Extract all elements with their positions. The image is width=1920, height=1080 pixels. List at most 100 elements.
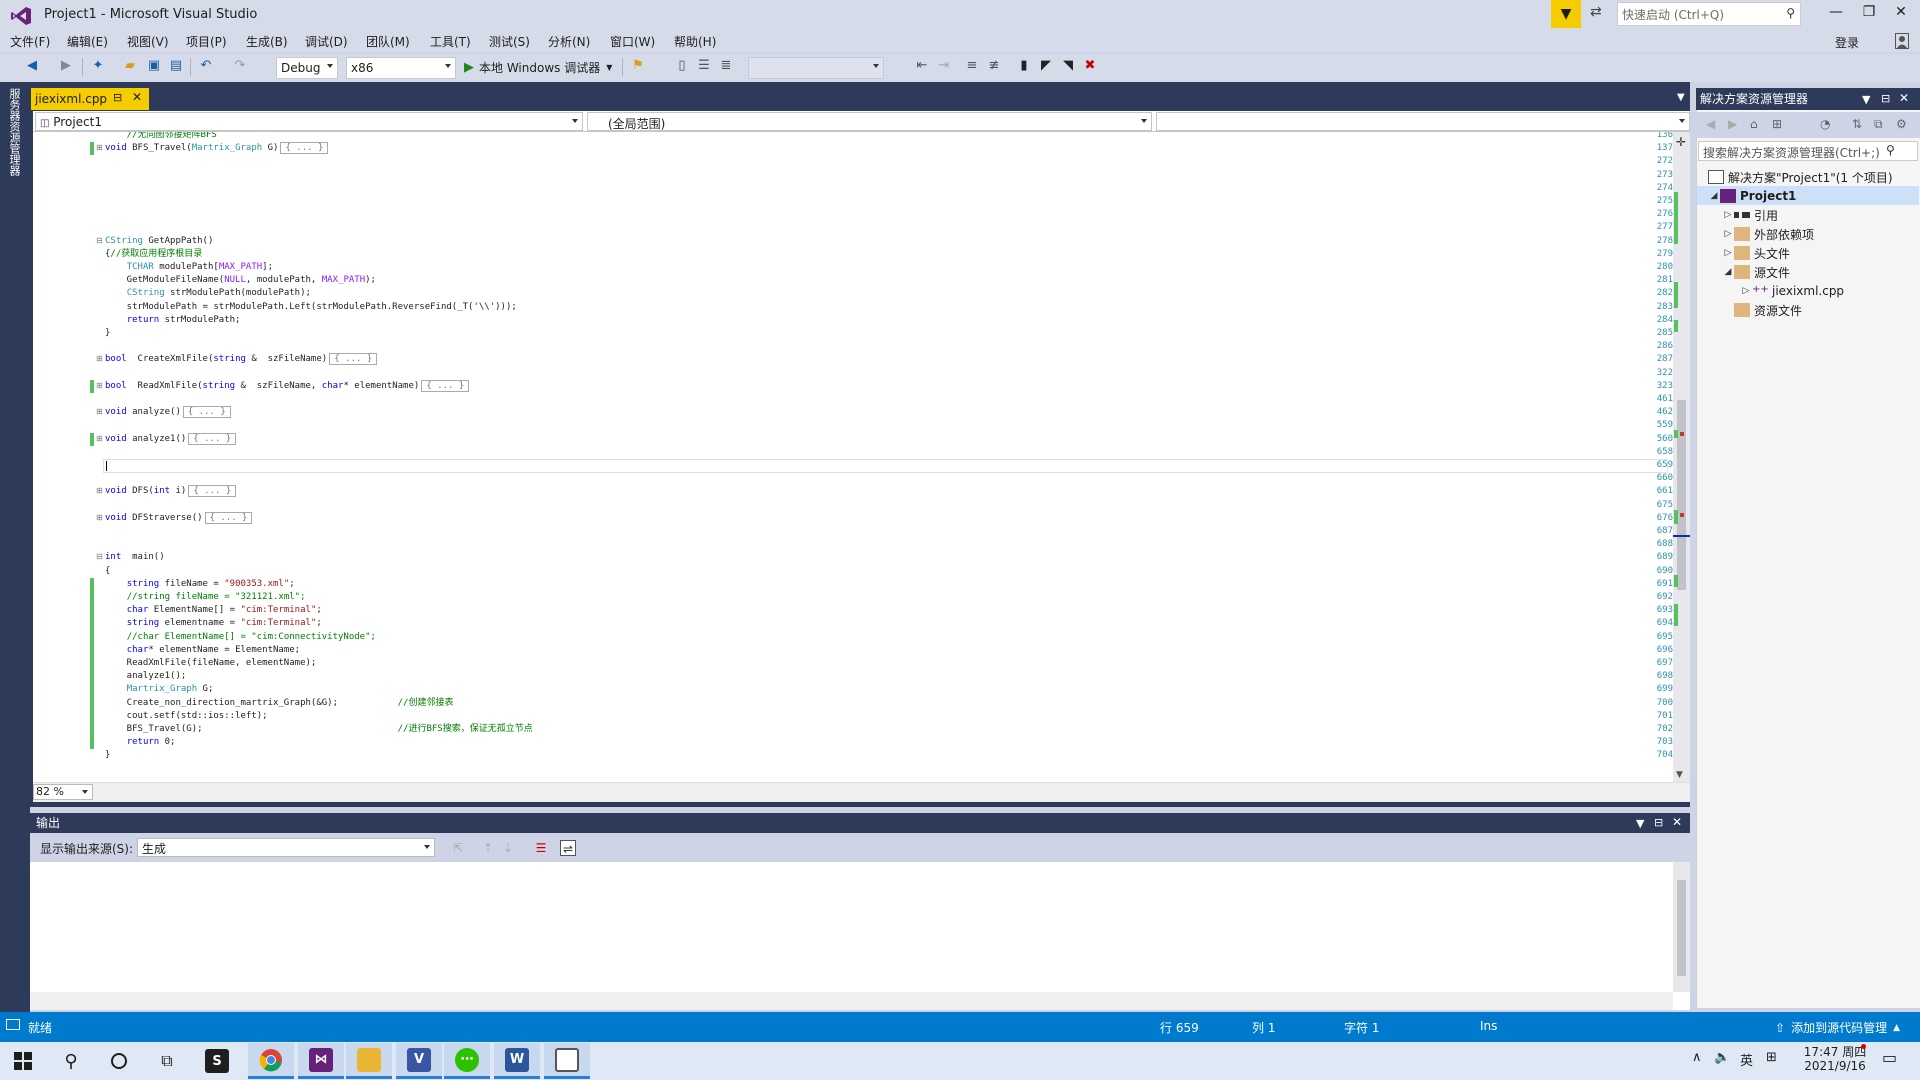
sync-icon[interactable]: ⇅ [1852,117,1862,131]
collapsed-arrow-icon[interactable]: ▷ [1722,229,1734,239]
cortana-icon[interactable] [96,1043,142,1079]
menu-test[interactable]: 测试(S) [489,33,530,50]
open-file-icon[interactable]: ▰ [122,58,138,74]
pin-icon[interactable]: ⊟ [113,91,122,104]
save-icon[interactable]: ▣ [146,58,162,74]
code-line[interactable]: int main() [105,551,165,564]
taskbar-visio[interactable]: V [396,1043,442,1079]
code-line[interactable]: BFS_Travel(G); //进行BFS搜索，保证无孤立节点 [105,723,533,736]
redo-icon[interactable]: ↷ [232,58,248,74]
chevron-down-icon[interactable]: ▼ [1636,817,1644,830]
code-line[interactable]: analyze1(); [105,670,187,683]
expand-outline-icon[interactable]: ⊞ [96,486,103,495]
code-line[interactable]: return 0; [105,736,176,749]
code-line[interactable]: CString GetAppPath() [105,235,213,248]
clear-bookmarks-icon[interactable]: ✖ [1082,58,1098,74]
taskbar-app-icon[interactable]: S [194,1043,240,1079]
outdent-icon[interactable]: ≡ [964,58,980,74]
save-all-icon[interactable]: ▤ [168,58,184,74]
menu-view[interactable]: 视图(V) [127,33,169,50]
code-line[interactable]: GetModuleFileName(NULL, modulePath, MAX_… [105,274,376,287]
tree-project[interactable]: ◢ Project1 [1708,187,1796,205]
output-horizontal-scrollbar[interactable] [30,992,1673,1010]
expand-outline-icon[interactable]: ⊞ [96,143,103,152]
document-icon[interactable]: ▯ [674,58,690,74]
chevron-up-icon[interactable]: ∧ [1692,1050,1702,1065]
search-icon[interactable]: ⚲ [48,1043,94,1079]
tree-solution[interactable]: 解决方案"Project1"(1 个项目) [1708,168,1893,186]
taskbar-window[interactable] [544,1043,590,1079]
code-line[interactable]: cout.setf(std::ios::left); [105,710,268,723]
collapse-outline-icon[interactable]: ⊟ [96,552,103,561]
tree-item-resource-files[interactable]: 资源文件 [1734,301,1802,319]
code-line[interactable]: //string fileName = "321121.xml"; [105,591,306,604]
code-line[interactable]: { [105,565,110,578]
menu-window[interactable]: 窗口(W) [610,33,655,50]
step-icon[interactable]: ⇤ [914,58,930,74]
ime-language[interactable]: 英 [1740,1050,1753,1069]
code-line[interactable]: string elementname = "cim:Terminal"; [105,617,322,630]
indent-icon[interactable]: ☰ [696,58,712,74]
expand-outline-icon[interactable]: ⊞ [96,381,103,390]
scroll-down-icon[interactable]: ▼ [1676,770,1683,780]
menu-project[interactable]: 项目(P) [186,33,227,50]
tree-item-jiexixml-cpp[interactable]: ▷ ++ jiexixml.cpp [1740,282,1845,300]
volume-icon[interactable]: 🔈 [1714,1050,1730,1065]
tabs-overflow-icon[interactable]: ▼ [1677,92,1685,103]
code-line[interactable]: bool CreateXmlFile(string & szFileName){… [105,353,378,366]
code-line[interactable]: strModulePath = strModulePath.Left(strMo… [105,301,517,314]
tree-item-header-files[interactable]: ▷ 头文件 [1722,244,1790,262]
collapsed-region[interactable]: { ... } [188,485,237,498]
collapsed-region[interactable]: { ... } [280,142,329,155]
clock-time[interactable]: 17:47 周四 [1800,1043,1870,1060]
tree-item-external-deps[interactable]: ▷ 外部依赖项 [1722,225,1814,243]
restore-button[interactable]: ❐ [1854,4,1884,28]
notification-center-icon[interactable]: ▭ [1882,1048,1897,1067]
word-wrap-icon[interactable]: ⇌ [560,840,576,856]
pin-icon[interactable]: ⊟ [1654,816,1663,829]
code-line[interactable]: {//获取应用程序根目录 [105,248,202,261]
collapse-all-icon[interactable]: ⧉ [1874,117,1883,132]
expand-outline-icon[interactable]: ⊞ [96,513,103,522]
code-line[interactable]: return strModulePath; [105,314,241,327]
find-dropdown[interactable] [748,57,884,79]
close-icon[interactable]: ✕ [1672,815,1682,829]
forward-icon[interactable]: ▶ [1728,117,1737,131]
collapsed-arrow-icon[interactable]: ▷ [1722,210,1734,220]
add-to-source-control-button[interactable]: ⇧ 添加到源代码管理 ▲ [1775,1019,1900,1036]
prev-message-icon[interactable]: ⇡ [480,840,496,856]
step-over-icon[interactable]: ⇥ [936,58,952,74]
collapsed-region[interactable]: { ... } [188,432,237,445]
code-line[interactable]: } [105,327,110,340]
collapse-outline-icon[interactable]: ⊟ [96,236,103,245]
output-source-dropdown[interactable]: 生成 [137,838,435,857]
feedback-icon[interactable]: ⇄ [1590,4,1602,20]
code-line[interactable]: void BFS_Travel(Martrix_Graph G){ ... } [105,142,329,155]
taskbar-wechat[interactable]: ⋯ [444,1043,490,1079]
chevron-down-icon[interactable]: ▼ [1862,93,1870,106]
code-line[interactable]: //char ElementName[] = "cim:Connectivity… [105,631,376,644]
undo-icon[interactable]: ↶ [198,58,214,74]
browser-link-icon[interactable]: ⚑ [630,58,646,74]
code-line[interactable]: void DFStraverse(){ ... } [105,511,253,525]
code-line[interactable]: bool ReadXmlFile(string & szFileName, ch… [105,379,470,393]
server-explorer-tab[interactable]: 服务器资源管理器 [8,88,22,176]
editor-scroll-thumb[interactable] [1677,400,1686,590]
prev-bookmark-icon[interactable]: ◤ [1038,58,1054,74]
code-editor[interactable]: 136 //无向图邻接矩阵BFS 137 ⊞ void BFS_Travel(Mart… [33,132,1673,782]
pin-icon[interactable]: ⊟ [1881,92,1890,105]
global-scope-dropdown[interactable]: (全局范围) [587,112,1152,131]
expand-outline-icon[interactable]: ⊞ [96,354,103,363]
code-line[interactable]: CString strModulePath(modulePath); [105,287,311,300]
member-dropdown[interactable] [1156,112,1690,131]
menu-tools[interactable]: 工具(T) [430,33,471,50]
start-button[interactable] [0,1043,46,1079]
menu-help[interactable]: 帮助(H) [674,33,716,50]
code-line[interactable]: Martrix_Graph G; [105,683,214,696]
find-message-icon[interactable]: ⇱ [450,840,466,856]
expand-outline-icon[interactable]: ⊞ [96,407,103,416]
project-scope-dropdown[interactable]: ◫ Project1 [35,112,583,131]
collapsed-arrow-icon[interactable]: ▷ [1740,286,1752,296]
collapsed-region[interactable]: { ... } [421,379,470,392]
menu-analyze[interactable]: 分析(N) [548,33,590,50]
